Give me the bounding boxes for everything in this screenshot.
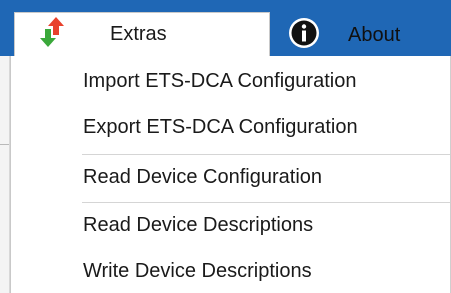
- menu-item-export-ets-dca-configuration[interactable]: Export ETS-DCA Configuration: [83, 116, 358, 146]
- tab-extras-label: Extras: [110, 23, 167, 45]
- menu-item-read-device-descriptions[interactable]: Read Device Descriptions: [83, 214, 313, 244]
- tab-extras[interactable]: Extras: [14, 12, 270, 56]
- left-panel-edge: [0, 56, 10, 293]
- extras-dropdown-menu: Import ETS-DCA Configuration Export ETS-…: [10, 56, 451, 293]
- extras-menu-screen: Extras About Import ETS-DCA Configuratio…: [0, 0, 451, 293]
- info-icon: [288, 17, 320, 49]
- menu-item-read-device-configuration[interactable]: Read Device Configuration: [83, 166, 322, 196]
- menu-item-import-ets-dca-configuration[interactable]: Import ETS-DCA Configuration: [83, 70, 356, 100]
- menu-separator: [82, 154, 451, 155]
- menu-item-write-device-descriptions[interactable]: Write Device Descriptions: [83, 260, 312, 290]
- tab-about[interactable]: About: [271, 12, 451, 56]
- transfer-arrows-icon: [39, 15, 65, 49]
- divider: [0, 144, 9, 145]
- menu-separator: [82, 202, 451, 203]
- tab-about-label: About: [348, 24, 401, 46]
